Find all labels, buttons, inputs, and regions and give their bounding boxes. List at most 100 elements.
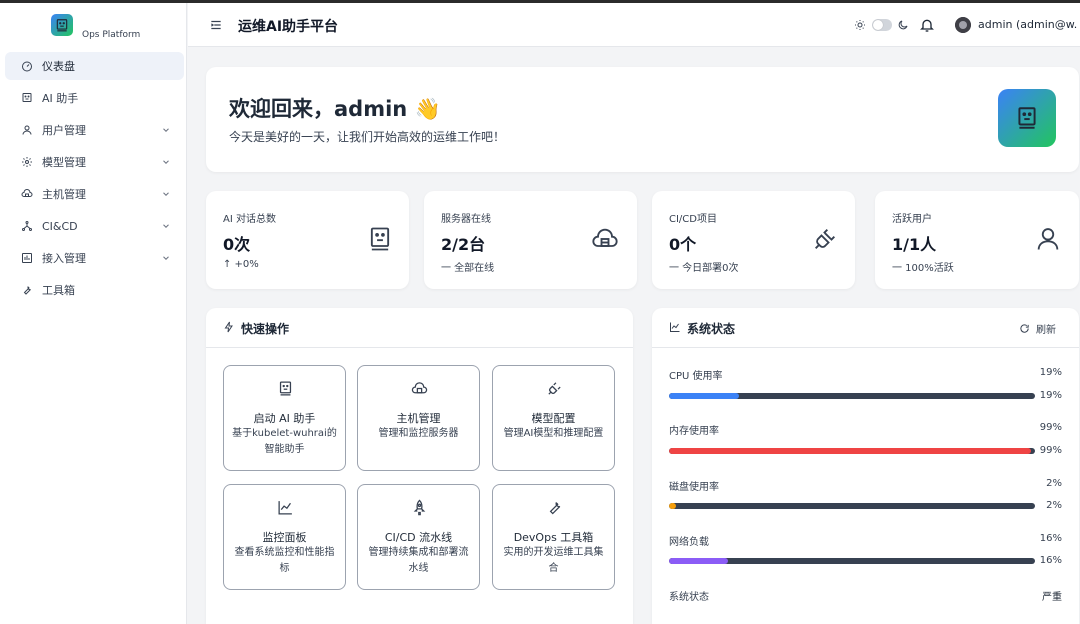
user-menu[interactable]: admin (admin@w...	[978, 18, 1078, 31]
moon-icon	[898, 20, 908, 30]
progress-bar	[669, 503, 1035, 509]
stat-trend: 一 全部在线	[441, 263, 495, 274]
chevron-down-icon	[163, 160, 169, 164]
rocket-icon	[413, 499, 426, 516]
cloud-server-icon	[411, 382, 428, 394]
progress-fill	[669, 448, 1032, 454]
stat-label: CI/CD项目	[669, 214, 717, 225]
quick-action-devops-toolbox[interactable]: DevOps 工具箱 实用的开发运维工具集合	[492, 484, 615, 590]
quick-action-desc: 查看系统监控和性能指标	[234, 547, 335, 574]
sidebar-item-users[interactable]: 用户管理	[5, 116, 184, 144]
quick-actions-panel: 快速操作 启动 AI 助手 基于kubelet-wuhrai的智能助手 主机管理…	[206, 308, 633, 624]
quick-action-title: DevOps 工具箱	[513, 531, 594, 544]
sun-icon	[855, 20, 865, 30]
panel-title: 系统状态	[687, 322, 736, 336]
refresh-label: 刷新	[1036, 325, 1056, 336]
sidebar-item-cicd[interactable]: CI&CD	[5, 212, 184, 240]
bell-icon[interactable]	[919, 17, 935, 33]
sidebar-item-label: AI 助手	[42, 92, 79, 105]
welcome-card: 欢迎回来，admin 👋 今天是美好的一天，让我们开始高效的运维工作吧！	[206, 67, 1079, 172]
quick-action-desc: 实用的开发运维工具集合	[503, 547, 604, 574]
collapse-sidebar-icon[interactable]	[209, 18, 223, 32]
sidebar-item-toolbox[interactable]: 工具箱	[5, 276, 184, 304]
stat-value: 2/2台	[441, 235, 486, 254]
wrench-icon	[549, 502, 561, 515]
sidebar-menu: 仪表盘 AI 助手 用户管理 模型管理 主机管理 CI&CD 接入管理 工具箱	[5, 52, 184, 308]
system-status-panel: 系统状态 刷新 CPU 使用率 19% 19% 内存使用率 99% 99% 磁盘…	[652, 308, 1079, 624]
stat-value: 0次	[223, 235, 251, 254]
quick-action-cicd-pipeline[interactable]: CI/CD 流水线 管理持续集成和部署流水线	[357, 484, 480, 590]
cloud-server-icon	[21, 188, 33, 200]
quick-action-host-management[interactable]: 主机管理 管理和监控服务器	[357, 365, 480, 471]
sidebar-item-dashboard[interactable]: 仪表盘	[5, 52, 184, 80]
quick-action-model-config[interactable]: 模型配置 管理AI模型和推理配置	[492, 365, 615, 471]
metric-value-bar: 19%	[1039, 390, 1062, 401]
robot-icon	[370, 227, 390, 251]
stat-label: 服务器在线	[441, 214, 491, 225]
metric-value-bar: 2%	[1046, 500, 1062, 511]
dashboard-icon	[21, 60, 33, 72]
quick-action-ai-assistant[interactable]: 启动 AI 助手 基于kubelet-wuhrai的智能助手	[223, 365, 346, 471]
welcome-title: 欢迎回来，admin 👋	[229, 97, 441, 121]
robot-logo-icon	[51, 14, 73, 36]
sidebar-item-label: 接入管理	[42, 252, 86, 265]
sidebar-item-access[interactable]: 接入管理	[5, 244, 184, 272]
refresh-icon	[1020, 324, 1029, 333]
logo-text: Ops Platform	[82, 30, 141, 40]
pipeline-icon	[21, 220, 33, 232]
quick-action-desc: 管理持续集成和部署流水线	[368, 547, 469, 574]
robot-icon	[279, 381, 292, 396]
metric-value: 16%	[1039, 533, 1062, 544]
gear-icon	[21, 156, 33, 168]
user-icon	[1037, 228, 1059, 250]
sidebar-item-label: CI&CD	[42, 219, 78, 233]
sidebar-item-label: 模型管理	[42, 156, 86, 169]
plug-icon	[548, 382, 561, 395]
progress-fill	[669, 558, 728, 564]
metric-value: 99%	[1039, 422, 1062, 433]
metric-label: 网络负载	[669, 537, 709, 548]
theme-toggle[interactable]	[872, 19, 892, 31]
stat-trend: 一 100%活跃	[892, 263, 954, 274]
sidebar-item-label: 仪表盘	[42, 60, 75, 73]
lightning-icon	[224, 321, 233, 333]
stat-trend: 一 今日部署0次	[669, 263, 739, 274]
quick-action-title: CI/CD 流水线	[384, 531, 453, 544]
welcome-subtitle: 今天是美好的一天，让我们开始高效的运维工作吧！	[229, 130, 506, 144]
sidebar-item-hosts[interactable]: 主机管理	[5, 180, 184, 208]
sidebar-item-ai-assistant[interactable]: AI 助手	[5, 84, 184, 112]
plug-icon	[815, 229, 835, 249]
stat-label: AI 对话总数	[223, 214, 276, 225]
metric-value: 2%	[1046, 478, 1062, 489]
progress-fill	[669, 393, 739, 399]
logo[interactable]: Ops Platform	[0, 12, 187, 54]
metric-value-bar: 16%	[1039, 555, 1062, 566]
robot-icon	[998, 89, 1056, 147]
quick-action-desc: 管理AI模型和推理配置	[503, 428, 604, 439]
metric-value-bar: 99%	[1039, 445, 1062, 456]
ai-assistant-icon	[21, 92, 33, 104]
line-chart-icon	[670, 322, 680, 332]
quick-action-desc: 基于kubelet-wuhrai的智能助手	[232, 428, 337, 455]
stat-card-users: 活跃用户 1/1人 一 100%活跃	[875, 191, 1079, 289]
panel-header: 系统状态 刷新	[652, 308, 1079, 348]
quick-action-title: 模型配置	[531, 412, 576, 425]
sidebar-item-models[interactable]: 模型管理	[5, 148, 184, 176]
access-icon	[21, 252, 33, 264]
chevron-down-icon	[163, 224, 169, 228]
cloud-server-icon	[592, 228, 618, 247]
metric-label: 磁盘使用率	[669, 482, 719, 493]
quick-action-title: 主机管理	[396, 412, 441, 425]
sidebar: Ops Platform 仪表盘 AI 助手 用户管理 模型管理 主机管理 CI…	[0, 3, 187, 624]
quick-action-title: 监控面板	[262, 531, 307, 544]
chevron-down-icon	[163, 192, 169, 196]
quick-action-monitoring[interactable]: 监控面板 查看系统监控和性能指标	[223, 484, 346, 590]
wrench-icon	[21, 284, 33, 296]
line-chart-icon	[278, 501, 292, 515]
refresh-button[interactable]: 刷新	[1019, 321, 1056, 336]
stat-card-cicd: CI/CD项目 0个 一 今日部署0次	[652, 191, 855, 289]
overall-status-value: 严重	[1042, 592, 1062, 603]
metric-value: 19%	[1039, 367, 1062, 378]
stat-value: 0个	[669, 235, 697, 254]
avatar[interactable]	[955, 17, 971, 33]
